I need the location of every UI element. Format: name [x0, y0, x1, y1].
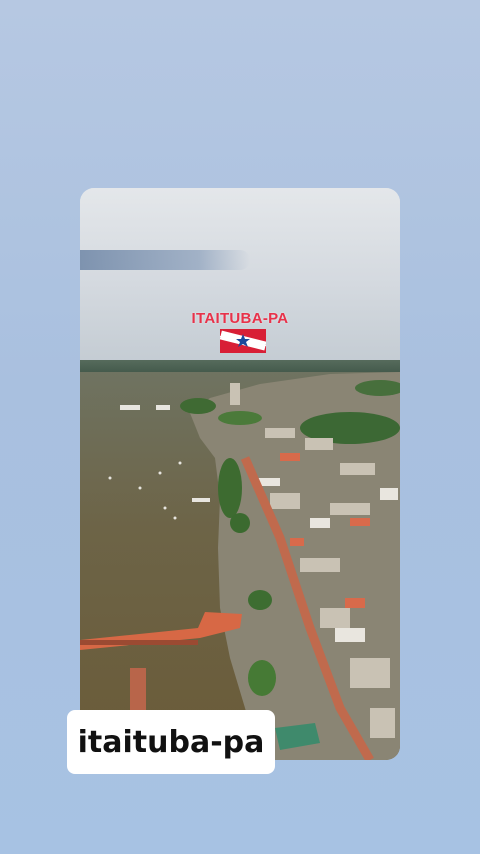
caption-box: itaituba-pa	[67, 710, 275, 774]
caption-text: itaituba-pa	[77, 724, 265, 760]
video-frame: ITAITUBA-PA	[80, 188, 400, 760]
location-title: ITAITUBA-PA	[191, 310, 289, 327]
para-state-flag-icon	[220, 329, 266, 353]
city-aerial-view	[80, 372, 400, 760]
